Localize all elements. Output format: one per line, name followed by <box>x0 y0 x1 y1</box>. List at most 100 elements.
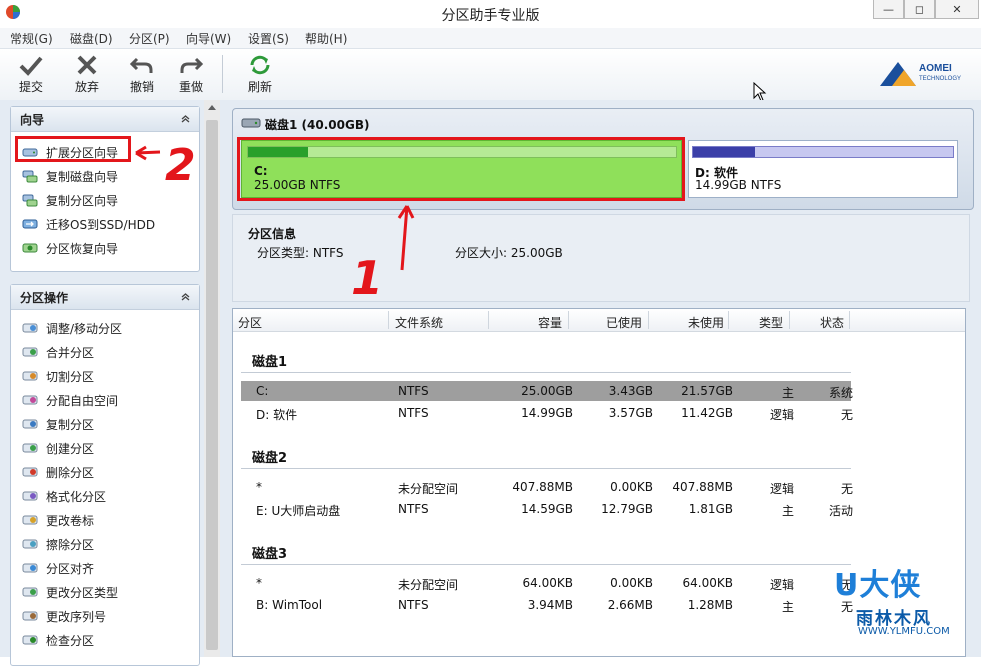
refresh-icon <box>250 55 270 75</box>
redo-button[interactable]: 重做 <box>171 51 211 97</box>
col-unused[interactable]: 未使用 <box>688 314 724 331</box>
scroll-up-icon[interactable] <box>208 104 216 110</box>
ops-item[interactable]: 创建分区 <box>22 439 94 457</box>
menu-help[interactable]: 帮助(H) <box>305 30 347 47</box>
ops-item-label: 删除分区 <box>46 465 95 480</box>
close-button[interactable]: ✕ <box>935 0 979 19</box>
checkmark-icon <box>19 56 43 76</box>
disk-group-title: 磁盘3 <box>252 547 288 562</box>
ops-item[interactable]: 更改分区类型 <box>22 583 118 601</box>
ops-item[interactable]: 调整/移动分区 <box>22 319 122 337</box>
wizard-item-copy-partition[interactable]: 复制分区向导 <box>22 191 118 209</box>
ops-item-label: 格式化分区 <box>46 489 107 504</box>
table-cell: 无 <box>840 482 853 496</box>
hard-disk-icon <box>241 118 261 128</box>
ops-item-label: 创建分区 <box>46 441 95 456</box>
col-used[interactable]: 已使用 <box>606 314 642 331</box>
refresh-button[interactable]: 刷新 <box>240 51 280 97</box>
maximize-button[interactable]: ◻ <box>904 0 935 19</box>
highlight-partition-c <box>237 137 685 201</box>
submit-button[interactable]: 提交 <box>11 51 51 97</box>
table-cell: 407.88MB <box>672 480 733 494</box>
ops-item[interactable]: 合并分区 <box>22 343 94 361</box>
menu-general[interactable]: 常规(G) <box>10 30 53 47</box>
redo-icon <box>180 57 204 73</box>
table-cell: E: U大师启动盘 <box>256 504 341 518</box>
wizard-item-copy-disk[interactable]: 复制磁盘向导 <box>22 167 118 185</box>
ops-item[interactable]: 切割分区 <box>22 367 94 385</box>
table-cell: * <box>256 480 262 494</box>
logo-name: AOMEI <box>919 63 952 74</box>
ops-item[interactable]: 擦除分区 <box>22 535 94 553</box>
menu-wizard[interactable]: 向导(W) <box>186 30 231 47</box>
col-type[interactable]: 类型 <box>759 314 783 331</box>
table-row[interactable]: * 未分配空间 64.00KB 0.00KB 64.00KB 逻辑无 <box>241 573 853 593</box>
table-cell: 逻辑 <box>769 578 794 592</box>
partition-size-text: 分区大小: 25.00GB <box>455 246 563 260</box>
table-cell: B: WimTool <box>256 598 323 612</box>
partition-operation-icon <box>22 443 38 453</box>
table-row[interactable]: D: 软件 NTFS 14.99GB 3.57GB 11.42GB 逻辑 无 <box>241 403 853 423</box>
table-cell: NTFS <box>398 406 429 420</box>
menu-settings[interactable]: 设置(S) <box>248 30 289 47</box>
wizard-panel-header[interactable]: 向导 <box>11 107 199 132</box>
wizard-item-label: 复制分区向导 <box>46 193 119 208</box>
discard-button[interactable]: 放弃 <box>67 51 107 97</box>
table-row[interactable]: E: U大师启动盘 NTFS 14.59GB 12.79GB 1.81GB 主 活动 <box>241 499 853 519</box>
ops-item[interactable]: 复制分区 <box>22 415 94 433</box>
menu-disk[interactable]: 磁盘(D) <box>70 30 113 47</box>
table-row[interactable]: C: NTFS 25.00GB 3.43GB 21.57GB 主 系统 <box>241 381 853 401</box>
wizard-item-migrate-os[interactable]: 迁移OS到SSD/HDD <box>22 215 155 233</box>
aomei-logo: AOMEI TECHNOLOGY <box>878 58 970 88</box>
collapse-icon[interactable] <box>180 113 191 124</box>
ops-item-label: 分配自由空间 <box>46 393 119 408</box>
ops-item[interactable]: 分配自由空间 <box>22 391 118 409</box>
toolbar: 提交 放弃 撤销 重做 刷新 <box>0 49 981 101</box>
table-cell: 2.66MB <box>607 598 653 612</box>
partition-d-usage-bar <box>692 146 954 158</box>
table-cell: 0.00KB <box>610 576 653 590</box>
ops-item[interactable]: 更改序列号 <box>22 607 106 625</box>
table-cell: 逻辑 <box>769 408 794 422</box>
ops-item[interactable]: 格式化分区 <box>22 487 106 505</box>
discard-label: 放弃 <box>74 80 99 94</box>
left-scrollbar[interactable] <box>204 100 220 657</box>
ops-item[interactable]: 分区对齐 <box>22 559 94 577</box>
ops-item[interactable]: 检查分区 <box>22 631 94 649</box>
col-status[interactable]: 状态 <box>820 314 844 331</box>
annotation-arrow-2: 2 <box>135 140 196 186</box>
ops-item[interactable]: 更改卷标 <box>22 511 94 529</box>
ops-panel-header[interactable]: 分区操作 <box>11 285 199 310</box>
menu-partition[interactable]: 分区(P) <box>129 30 170 47</box>
table-row[interactable]: * 未分配空间 407.88MB 0.00KB 407.88MB 逻辑 无 <box>241 477 853 497</box>
ops-item[interactable]: 删除分区 <box>22 463 94 481</box>
col-capacity[interactable]: 容量 <box>538 314 562 331</box>
table-cell: 1.28MB <box>687 598 733 612</box>
table-cell: 无 <box>840 408 853 422</box>
mouse-cursor-icon <box>753 82 767 102</box>
scrollbar-thumb[interactable] <box>206 120 218 650</box>
table-row[interactable]: B: WimTool NTFS 3.94MB 2.66MB 1.28MB 主无 <box>241 595 853 615</box>
table-cell: 14.59GB <box>521 502 573 516</box>
menu-bar: 常规(G) 磁盘(D) 分区(P) 向导(W) 设置(S) 帮助(H) <box>0 28 981 49</box>
table-cell: C: <box>256 384 269 398</box>
undo-button[interactable]: 撤销 <box>122 51 162 97</box>
col-partition[interactable]: 分区 <box>238 314 262 331</box>
watermark: U大侠 雨林木风 WWW.YLMFU.COM <box>828 560 978 655</box>
table-cell: 主 <box>781 600 794 614</box>
partition-operation-icon <box>22 419 38 429</box>
wizard-item-recovery[interactable]: 分区恢复向导 <box>22 239 118 257</box>
partition-d-block[interactable]: D: 软件 14.99GB NTFS <box>688 140 958 198</box>
partition-info-title: 分区信息 <box>248 227 297 241</box>
partition-type-text: 分区类型: NTFS <box>257 246 344 260</box>
table-cell: 逻辑 <box>769 482 794 496</box>
col-filesystem[interactable]: 文件系统 <box>395 314 443 331</box>
table-cell: 3.57GB <box>608 406 653 420</box>
collapse-icon[interactable] <box>180 291 191 302</box>
ops-item-label: 合并分区 <box>46 345 95 360</box>
minimize-button[interactable]: — <box>873 0 904 19</box>
annotation-number-2: 2 <box>165 140 196 186</box>
table-cell: 主 <box>781 386 794 400</box>
disk-title: 磁盘1 (40.00GB) <box>265 118 370 132</box>
migrate-icon <box>22 219 38 229</box>
